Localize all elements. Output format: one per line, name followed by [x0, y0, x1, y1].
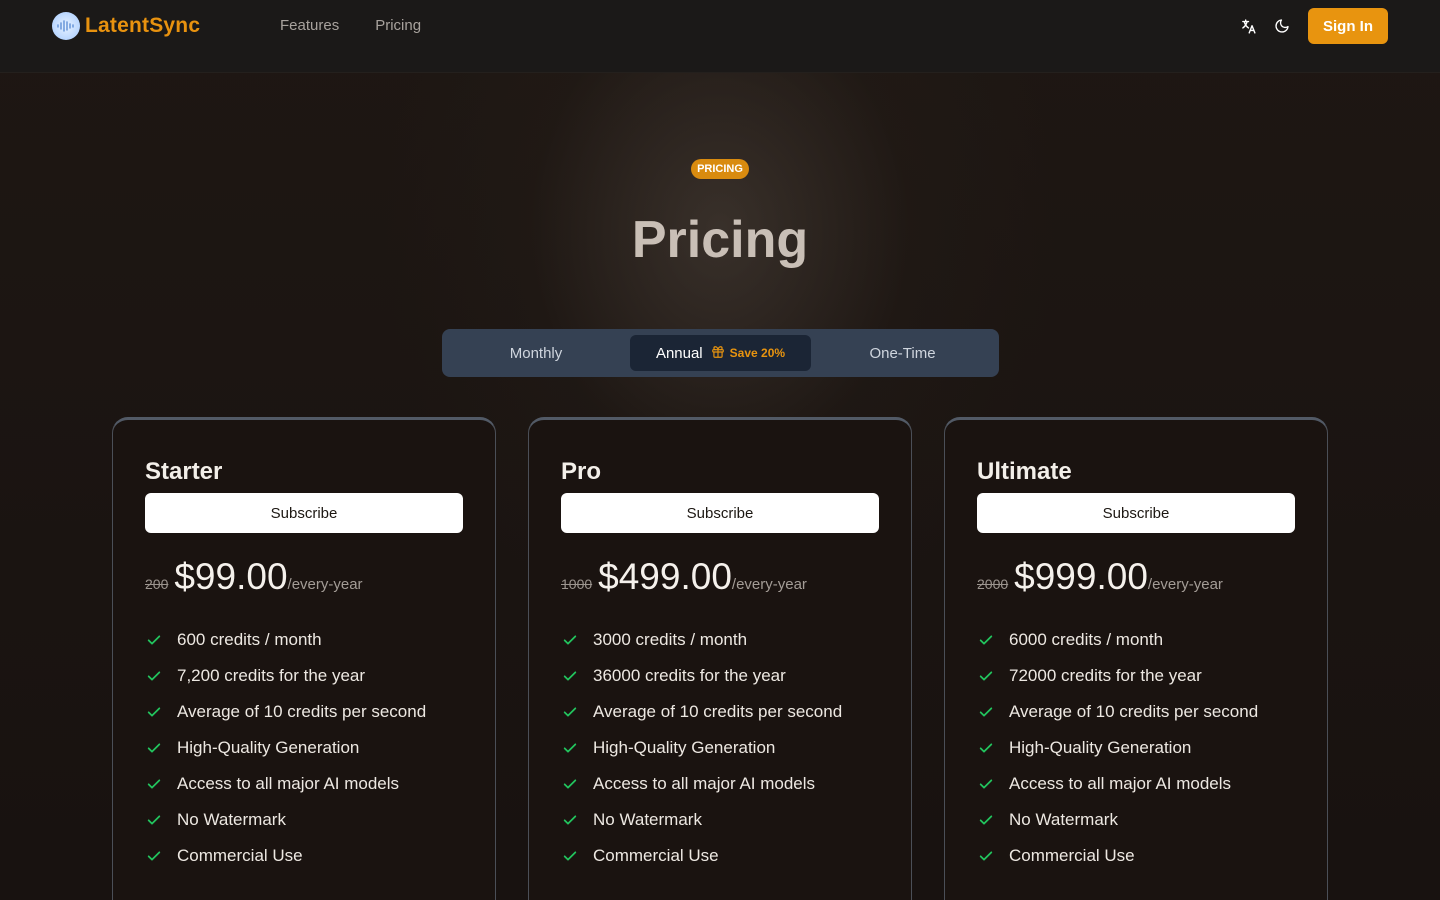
- check-icon: [977, 631, 995, 649]
- logo-text: LatentSync: [85, 14, 201, 37]
- feature-item: Access to all major AI models: [145, 766, 426, 802]
- check-icon: [977, 739, 995, 757]
- original-price: 1000: [561, 576, 593, 592]
- top-navbar: LatentSync Features Pricing Sign In: [0, 0, 1440, 73]
- feature-item: 6000 credits / month: [977, 622, 1258, 658]
- check-icon: [561, 631, 579, 649]
- main-nav: Features Pricing: [280, 17, 421, 34]
- price-row: 200 $99.00 /every-year: [145, 556, 363, 598]
- feature-item: High-Quality Generation: [561, 730, 842, 766]
- feature-item: Commercial Use: [145, 838, 426, 874]
- check-icon: [561, 847, 579, 865]
- sign-in-button[interactable]: Sign In: [1308, 8, 1388, 44]
- feature-item: Commercial Use: [977, 838, 1258, 874]
- check-icon: [561, 703, 579, 721]
- price-row: 1000 $499.00 /every-year: [561, 556, 807, 598]
- feature-item: Average of 10 credits per second: [561, 694, 842, 730]
- check-icon: [561, 811, 579, 829]
- plan-name: Starter: [145, 458, 223, 485]
- feature-item: No Watermark: [145, 802, 426, 838]
- check-icon: [145, 703, 163, 721]
- feature-item: High-Quality Generation: [145, 730, 426, 766]
- feature-list: 600 credits / month 7,200 credits for th…: [145, 622, 426, 874]
- plan-price: $499.00: [598, 556, 732, 597]
- check-icon: [561, 667, 579, 685]
- plan-card-ultimate: Ultimate Subscribe 2000 $999.00 /every-y…: [944, 417, 1328, 900]
- check-icon: [145, 667, 163, 685]
- plan-card-starter: Starter Subscribe 200 $99.00 /every-year…: [112, 417, 496, 900]
- logo[interactable]: LatentSync: [52, 12, 200, 40]
- billing-period: /every-year: [287, 576, 363, 593]
- tab-annual-label: Annual: [655, 344, 703, 362]
- plan-name: Pro: [561, 458, 602, 485]
- page-title: Pricing: [631, 211, 809, 269]
- billing-period-toggle: Monthly Annual Save 20% One-Time: [442, 329, 999, 377]
- feature-item: Average of 10 credits per second: [977, 694, 1258, 730]
- check-icon: [145, 847, 163, 865]
- subscribe-button[interactable]: Subscribe: [561, 493, 879, 533]
- translate-icon[interactable]: [1239, 17, 1257, 35]
- billing-period: /every-year: [1147, 576, 1223, 593]
- feature-item: 36000 credits for the year: [561, 658, 842, 694]
- tab-monthly[interactable]: Monthly: [450, 335, 622, 371]
- check-icon: [561, 739, 579, 757]
- check-icon: [145, 811, 163, 829]
- feature-item: 72000 credits for the year: [977, 658, 1258, 694]
- feature-list: 3000 credits / month 36000 credits for t…: [561, 622, 842, 874]
- plan-price: $99.00: [174, 556, 288, 597]
- feature-list: 6000 credits / month 72000 credits for t…: [977, 622, 1258, 874]
- original-price: 200: [145, 576, 169, 592]
- plan-card-pro: Pro Subscribe 1000 $499.00 /every-year 3…: [528, 417, 912, 900]
- moon-icon[interactable]: [1273, 17, 1291, 35]
- tab-one-time[interactable]: One-Time: [820, 335, 985, 371]
- feature-item: No Watermark: [977, 802, 1258, 838]
- plan-price: $999.00: [1014, 556, 1148, 597]
- feature-item: High-Quality Generation: [977, 730, 1258, 766]
- nav-pricing-link[interactable]: Pricing: [375, 17, 421, 34]
- check-icon: [977, 667, 995, 685]
- feature-item: Average of 10 credits per second: [145, 694, 426, 730]
- tab-annual[interactable]: Annual Save 20%: [630, 335, 811, 371]
- subscribe-button[interactable]: Subscribe: [145, 493, 463, 533]
- check-icon: [145, 739, 163, 757]
- nav-features-link[interactable]: Features: [280, 17, 339, 34]
- check-icon: [561, 775, 579, 793]
- feature-item: 3000 credits / month: [561, 622, 842, 658]
- save-text: Save 20%: [729, 346, 786, 360]
- check-icon: [977, 847, 995, 865]
- price-row: 2000 $999.00 /every-year: [977, 556, 1223, 598]
- feature-item: 600 credits / month: [145, 622, 426, 658]
- pricing-badge: PRICING: [691, 159, 749, 179]
- billing-period: /every-year: [731, 576, 807, 593]
- feature-item: Access to all major AI models: [977, 766, 1258, 802]
- plan-name: Ultimate: [977, 458, 1072, 485]
- original-price: 2000: [977, 576, 1009, 592]
- save-badge: Save 20%: [711, 345, 785, 362]
- feature-item: Commercial Use: [561, 838, 842, 874]
- check-icon: [977, 703, 995, 721]
- feature-item: 7,200 credits for the year: [145, 658, 426, 694]
- feature-item: Access to all major AI models: [561, 766, 842, 802]
- check-icon: [977, 811, 995, 829]
- soundwave-logo-icon: [52, 12, 80, 40]
- check-icon: [145, 775, 163, 793]
- check-icon: [977, 775, 995, 793]
- check-icon: [145, 631, 163, 649]
- feature-item: No Watermark: [561, 802, 842, 838]
- subscribe-button[interactable]: Subscribe: [977, 493, 1295, 533]
- gift-icon: [711, 345, 725, 362]
